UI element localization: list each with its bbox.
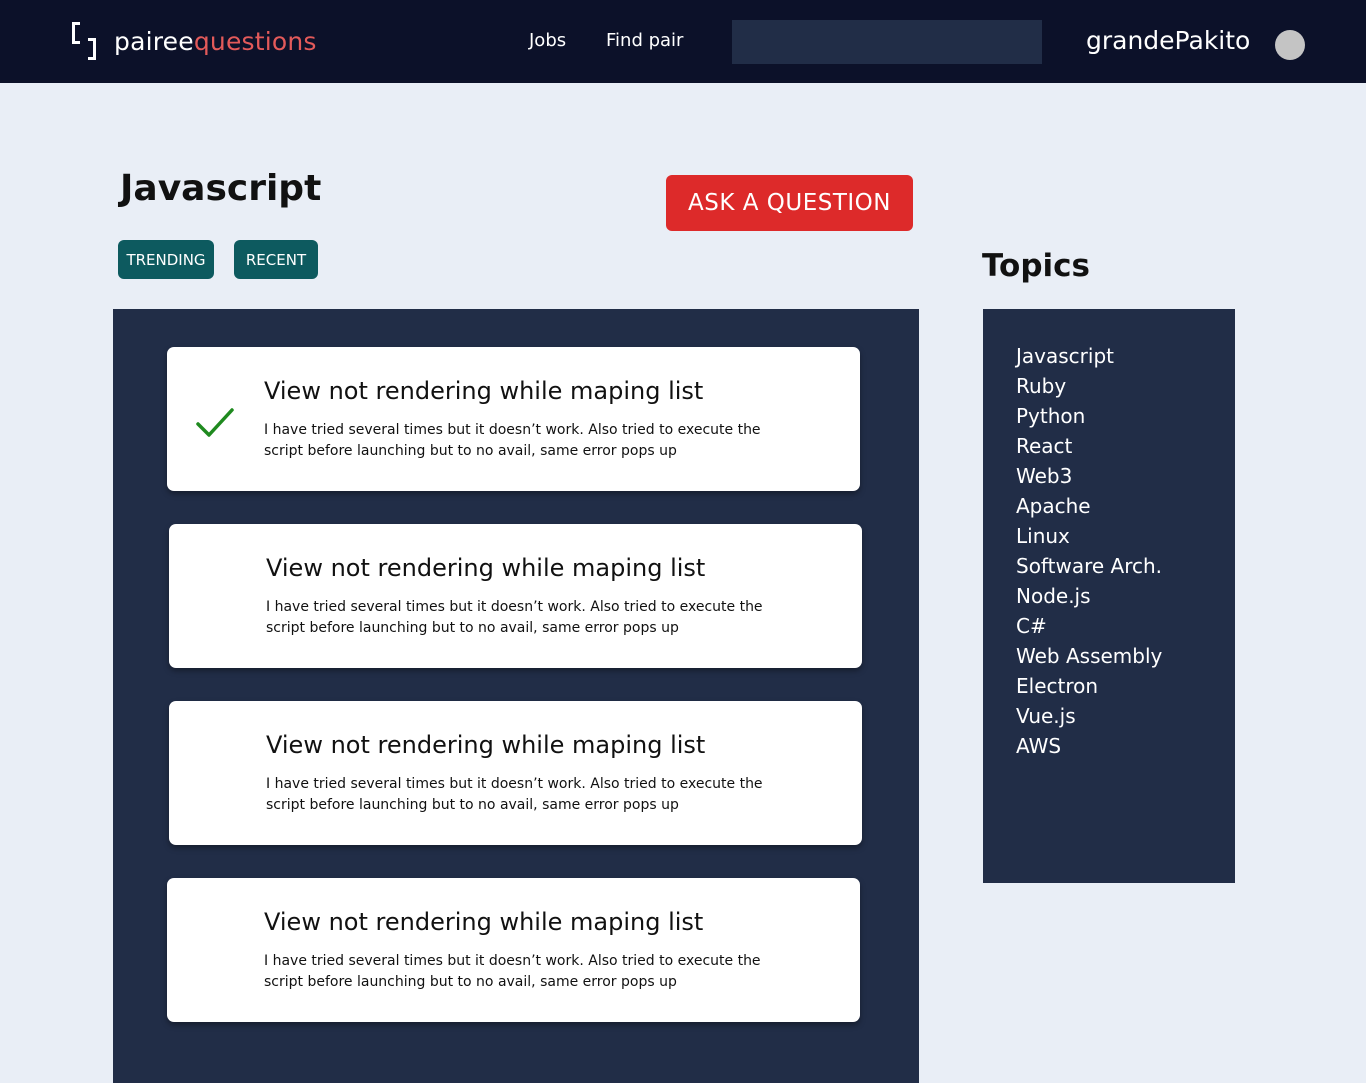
logo-text: paireequestions — [114, 27, 317, 56]
username[interactable]: grandePakito — [1086, 26, 1250, 55]
avatar[interactable] — [1275, 30, 1305, 60]
ask-question-button[interactable]: ASK A QUESTION — [666, 175, 913, 231]
topic-item-nodejs[interactable]: Node.js — [1016, 581, 1162, 611]
question-title: View not rendering while maping list — [266, 554, 706, 582]
checkmark-icon — [196, 408, 234, 437]
question-excerpt: I have tried several times but it doesn’… — [264, 422, 761, 459]
topic-item-software-arch[interactable]: Software Arch. — [1016, 551, 1162, 581]
nav-find-pair-link[interactable]: Find pair — [606, 30, 683, 51]
question-excerpt: I have tried several times but it doesn’… — [264, 953, 761, 990]
question-title: View not rendering while maping list — [266, 731, 706, 759]
topic-item-web-assembly[interactable]: Web Assembly — [1016, 641, 1162, 671]
topic-item-apache[interactable]: Apache — [1016, 491, 1162, 521]
question-card[interactable]: View not rendering while maping list I h… — [167, 878, 860, 1022]
logo-text-primary: pairee — [114, 26, 194, 56]
topics-list: Javascript Ruby Python React Web3 Apache… — [1016, 341, 1162, 761]
questions-feed: View not rendering while maping list I h… — [113, 309, 919, 1083]
question-card[interactable]: View not rendering while maping list I h… — [169, 701, 862, 845]
logo-text-accent: questions — [193, 26, 317, 56]
page-title: Javascript — [120, 168, 322, 209]
question-excerpt: I have tried several times but it doesn’… — [266, 776, 763, 813]
topic-item-python[interactable]: Python — [1016, 401, 1162, 431]
topic-item-ruby[interactable]: Ruby — [1016, 371, 1162, 401]
topic-item-react[interactable]: React — [1016, 431, 1162, 461]
topic-item-web3[interactable]: Web3 — [1016, 461, 1162, 491]
topic-item-linux[interactable]: Linux — [1016, 521, 1162, 551]
topic-item-javascript[interactable]: Javascript — [1016, 341, 1162, 371]
question-title: View not rendering while maping list — [264, 377, 704, 405]
tab-trending[interactable]: TRENDING — [118, 240, 214, 279]
topic-item-aws[interactable]: AWS — [1016, 731, 1162, 761]
question-card[interactable]: View not rendering while maping list I h… — [167, 347, 860, 491]
bracket-logo-icon — [72, 20, 100, 62]
topic-item-csharp[interactable]: C# — [1016, 611, 1162, 641]
question-title: View not rendering while maping list — [264, 908, 704, 936]
topic-item-vuejs[interactable]: Vue.js — [1016, 701, 1162, 731]
logo[interactable]: paireequestions — [72, 20, 317, 62]
topic-item-electron[interactable]: Electron — [1016, 671, 1162, 701]
topics-sidebar: Javascript Ruby Python React Web3 Apache… — [983, 309, 1235, 883]
question-excerpt: I have tried several times but it doesn’… — [266, 599, 763, 636]
topics-heading: Topics — [982, 248, 1090, 284]
question-card[interactable]: View not rendering while maping list I h… — [169, 524, 862, 668]
top-navbar: paireequestions Jobs Find pair grandePak… — [0, 0, 1366, 83]
search-input[interactable] — [732, 20, 1042, 64]
tab-recent[interactable]: RECENT — [234, 240, 318, 279]
nav-jobs-link[interactable]: Jobs — [529, 30, 566, 51]
